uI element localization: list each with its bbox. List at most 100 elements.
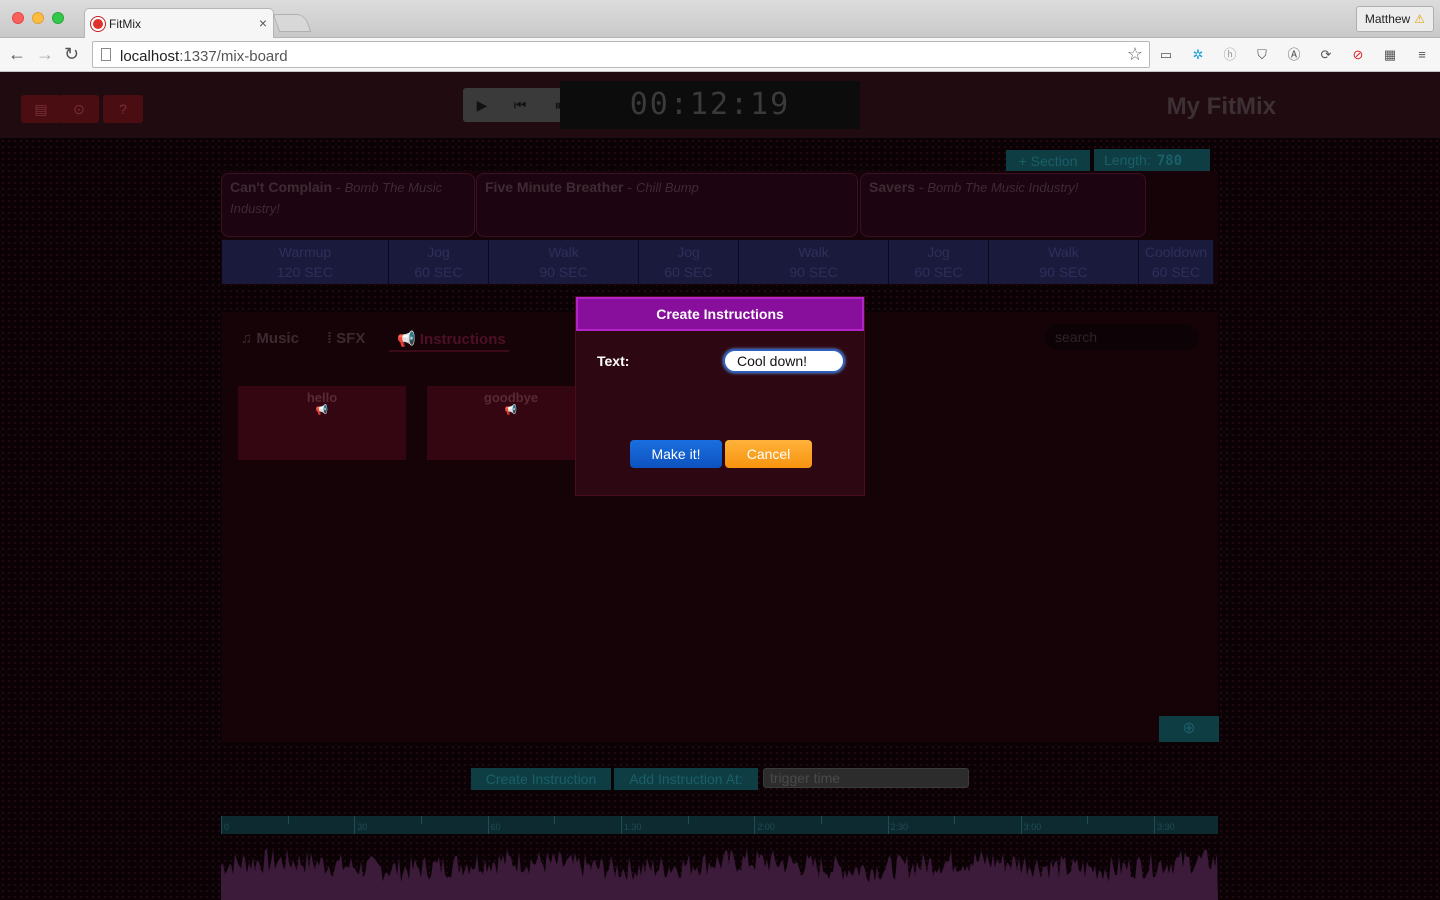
music-icon: ♫ [241, 330, 253, 347]
app-header: ▤ ⊙ ? ▶ ⏮ ⏸ 00:12:19 My FitMix [0, 72, 1440, 138]
sfx-icon: ⁞ [327, 330, 332, 347]
url-text: localhost:1337/mix-board [120, 48, 288, 65]
megaphone-icon: 📢 [315, 405, 329, 416]
create-instruction-button[interactable]: Create Instruction [471, 768, 611, 790]
ruler-tick [487, 816, 489, 834]
trigger-time-input[interactable]: trigger time [763, 768, 969, 788]
tab-music[interactable]: ♫ Music [241, 330, 299, 347]
back-icon[interactable]: ← [8, 44, 26, 65]
ruler-label: 3:00 [1023, 822, 1042, 832]
add-item-button[interactable]: ⊕ [1159, 716, 1219, 742]
ruler-tick [820, 816, 822, 824]
search-input[interactable]: search [1045, 324, 1199, 350]
brand-title: My FitMix [1166, 93, 1276, 120]
ruler-tick [887, 816, 889, 834]
megaphone-icon: 📢 [504, 405, 518, 416]
audio-waveform [221, 848, 1218, 900]
ruler-label: 1:30 [623, 822, 642, 832]
workout-segment[interactable]: Walk 90 SEC [739, 240, 889, 284]
angular-extension-icon[interactable]: Ⓐ [1285, 46, 1303, 64]
zoom-window-button[interactable] [52, 12, 64, 24]
file-icon[interactable]: ▤ [21, 95, 61, 123]
workout-segment[interactable]: Jog 60 SEC [889, 240, 989, 284]
network-extension-icon[interactable]: ✲ [1189, 46, 1207, 64]
ublock-extension-icon[interactable]: ⛉ [1253, 46, 1271, 64]
ruler-tick [287, 816, 289, 824]
tab-title: FitMix [109, 17, 141, 31]
address-bar[interactable]: localhost:1337/mix-board ☆ [92, 41, 1150, 68]
tab-close-icon[interactable]: × [259, 15, 267, 31]
ruler-label: 60 [490, 822, 501, 832]
sync-extension-icon[interactable]: ⟳ [1317, 46, 1335, 64]
close-window-button[interactable] [12, 12, 24, 24]
ruler-tick [554, 816, 556, 824]
add-section-button[interactable]: + Section [1006, 150, 1090, 172]
length-label: Length: [1104, 152, 1151, 168]
tab-sfx[interactable]: ⁞ SFX [327, 330, 365, 347]
block-extension-icon[interactable]: ⊘ [1349, 46, 1367, 64]
skip-back-icon[interactable]: ⏮ [501, 88, 539, 122]
workout-segment[interactable]: Jog 60 SEC [389, 240, 489, 284]
ruler-tick [687, 816, 689, 824]
song-card[interactable]: Five Minute Breather - Chill Bump [476, 173, 858, 237]
favicon-icon [91, 17, 105, 31]
page-icon [101, 48, 111, 61]
hypothesis-extension-icon[interactable]: ⓗ [1221, 46, 1239, 64]
forward-icon[interactable]: → [36, 44, 54, 65]
new-tab-button[interactable] [272, 14, 312, 32]
play-icon[interactable]: ▶ [463, 88, 501, 122]
workout-segment[interactable]: Walk 90 SEC [989, 240, 1139, 284]
reload-icon[interactable]: ↻ [64, 44, 79, 65]
create-instructions-modal: Create Instructions Text: Cool down! Mak… [575, 296, 865, 496]
megaphone-icon: 📢 [397, 331, 416, 348]
profile-button[interactable]: Matthew ⚠ [1355, 6, 1434, 32]
menu-icon[interactable]: ≡ [1413, 46, 1431, 64]
length-value: 780 [1156, 153, 1183, 169]
browser-tab[interactable]: FitMix × [84, 8, 274, 38]
workout-segment[interactable]: Warmup 120 SEC [222, 240, 389, 284]
ruler-label: 2:30 [890, 822, 909, 832]
browser-tab-strip: FitMix × Matthew ⚠ [0, 0, 1440, 38]
ruler-label: 2:00 [757, 822, 775, 832]
warning-icon: ⚠ [1414, 12, 1425, 26]
instruction-card[interactable]: goodbye 📢 [427, 386, 595, 460]
ruler-label: 0 [224, 822, 230, 832]
ruler-tick [1154, 816, 1156, 834]
make-it-button[interactable]: Make it! [630, 440, 722, 468]
cast-icon[interactable]: ▭ [1157, 46, 1175, 64]
ruler-tick [354, 816, 356, 834]
cancel-button[interactable]: Cancel [725, 440, 812, 468]
time-ruler: 0 30 60 1:30 2:00 2:30 3:00 3:30 [221, 816, 1218, 834]
ruler-tick [221, 816, 222, 834]
grid-extension-icon[interactable]: ▦ [1381, 46, 1399, 64]
browser-toolbar: ← → ↻ localhost:1337/mix-board ☆ ▭ ✲ ⓗ ⛉… [0, 38, 1440, 72]
ruler-tick [1087, 816, 1089, 824]
ruler-tick [754, 816, 756, 834]
song-card[interactable]: Can't Complain - Bomb The Music Industry… [221, 173, 475, 237]
ruler-tick [1020, 816, 1022, 834]
workout-segment[interactable]: Walk 90 SEC [489, 240, 639, 284]
waveform-shape [221, 848, 1218, 900]
help-icon[interactable]: ? [103, 95, 143, 123]
ruler-label: 30 [357, 822, 368, 832]
song-card[interactable]: Savers - Bomb The Music Industry! [860, 173, 1146, 237]
tab-instructions[interactable]: 📢 Instructions [397, 330, 506, 348]
ruler-tick [954, 816, 956, 824]
minimize-window-button[interactable] [32, 12, 44, 24]
playback-timer: 00:12:19 [560, 81, 860, 129]
ruler-label: 3:30 [1157, 822, 1175, 832]
workout-segment[interactable]: Jog 60 SEC [639, 240, 739, 284]
profile-name: Matthew [1364, 12, 1411, 26]
workout-segment[interactable]: Cooldown 60 SEC [1139, 240, 1214, 284]
ruler-tick [420, 816, 422, 824]
ruler-tick [620, 816, 622, 834]
instruction-card[interactable]: hello 📢 [238, 386, 406, 460]
modal-title: Create Instructions [576, 297, 864, 331]
active-tab-indicator [389, 350, 509, 352]
length-display: Length: 780 [1094, 149, 1210, 171]
instruction-text-input[interactable]: Cool down! [723, 349, 845, 373]
text-label: Text: [597, 353, 630, 369]
download-icon[interactable]: ⊙ [59, 95, 99, 123]
bookmark-star-icon[interactable]: ☆ [1127, 44, 1143, 65]
add-instruction-at-button[interactable]: Add Instruction At: [614, 768, 758, 790]
